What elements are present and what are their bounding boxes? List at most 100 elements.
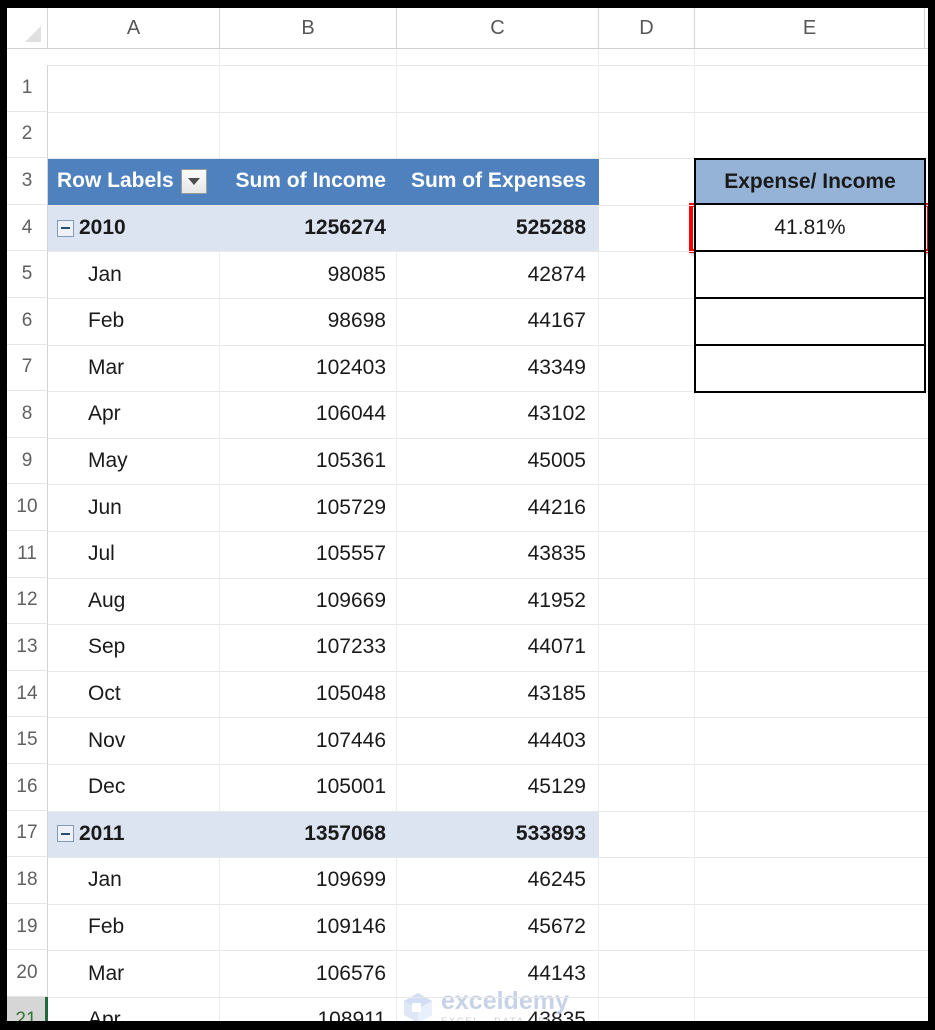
pivot-cell-income[interactable]: 105048	[217, 671, 399, 718]
pivot-cell-income[interactable]: 98698	[217, 298, 399, 345]
pivot-row-labels-header[interactable]: Row Labels	[48, 158, 217, 205]
pivot-cell-label[interactable]: Jan	[48, 251, 217, 298]
pivot-cell-income[interactable]: 109699	[217, 857, 399, 904]
table-row[interactable]: May10536145005	[48, 438, 599, 485]
pivot-cell-label[interactable]: 2011	[48, 811, 217, 858]
table-row[interactable]: Sep10723344071	[48, 624, 599, 671]
pivot-cell-income[interactable]: 105557	[217, 531, 399, 578]
pivot-cell-label[interactable]: Mar	[48, 950, 217, 997]
row-header-20[interactable]: 20	[7, 950, 48, 997]
pivot-cell-income[interactable]: 1357068	[217, 811, 399, 858]
pivot-cell-label[interactable]: Feb	[48, 298, 217, 345]
pivot-cell-income[interactable]: 107233	[217, 624, 399, 671]
table-row[interactable]: Jun10572944216	[48, 484, 599, 531]
pivot-cell-income[interactable]: 105001	[217, 764, 399, 811]
pivot-cell-expenses[interactable]: 44216	[399, 484, 599, 531]
row-header-12[interactable]: 12	[7, 578, 48, 625]
table-row[interactable]: 20101256274525288	[48, 205, 599, 252]
table-row[interactable]: Jan9808542874	[48, 251, 599, 298]
row-header-10[interactable]: 10	[7, 484, 48, 531]
pivot-cell-expenses[interactable]: 43185	[399, 671, 599, 718]
row-header-16[interactable]: 16	[7, 764, 48, 811]
pivot-cell-label[interactable]: Nov	[48, 717, 217, 764]
pivot-cell-income[interactable]: 1256274	[217, 205, 399, 252]
collapse-minus-icon[interactable]	[57, 220, 74, 237]
row-header-4[interactable]: 4	[7, 205, 48, 252]
column-header-a[interactable]: A	[48, 8, 220, 48]
pivot-cell-income[interactable]: 105361	[217, 438, 399, 485]
pivot-cell-expenses[interactable]: 46245	[399, 857, 599, 904]
pivot-cell-expenses[interactable]: 41952	[399, 578, 599, 625]
table-row[interactable]: Jan10969946245	[48, 857, 599, 904]
pivot-cell-expenses[interactable]: 45672	[399, 904, 599, 951]
row-header-3[interactable]: 3	[7, 158, 48, 205]
row-header-1[interactable]: 1	[7, 65, 48, 112]
side-table-cell[interactable]	[694, 346, 926, 393]
collapse-minus-icon[interactable]	[57, 825, 74, 842]
pivot-cell-label[interactable]: 2010	[48, 205, 217, 252]
table-row[interactable]: Dec10500145129	[48, 764, 599, 811]
row-header-21[interactable]: 21	[7, 997, 48, 1030]
pivot-cell-label[interactable]: Aug	[48, 578, 217, 625]
pivot-cell-expenses[interactable]: 525288	[399, 205, 599, 252]
side-table-cell[interactable]: 41.81%	[694, 205, 926, 252]
side-table-cell[interactable]	[694, 299, 926, 346]
row-header-19[interactable]: 19	[7, 904, 48, 951]
pivot-cell-expenses[interactable]: 44167	[399, 298, 599, 345]
pivot-cell-label[interactable]: Mar	[48, 345, 217, 392]
column-header-d[interactable]: D	[599, 8, 695, 48]
row-header-11[interactable]: 11	[7, 531, 48, 578]
filter-dropdown-icon[interactable]	[181, 169, 207, 194]
side-table-cell[interactable]	[694, 252, 926, 299]
pivot-cell-income[interactable]: 106576	[217, 950, 399, 997]
pivot-cell-label[interactable]: Oct	[48, 671, 217, 718]
table-row[interactable]: Feb9869844167	[48, 298, 599, 345]
pivot-cell-expenses[interactable]: 45005	[399, 438, 599, 485]
row-header-8[interactable]: 8	[7, 391, 48, 438]
pivot-cell-expenses[interactable]: 42874	[399, 251, 599, 298]
table-row[interactable]: Feb10914645672	[48, 904, 599, 951]
row-header-2[interactable]: 2	[7, 112, 48, 159]
row-header-5[interactable]: 5	[7, 251, 48, 298]
pivot-cell-income[interactable]: 105729	[217, 484, 399, 531]
pivot-sum-expenses-header[interactable]: Sum of Expenses	[399, 158, 599, 205]
pivot-cell-income[interactable]: 107446	[217, 717, 399, 764]
row-header-14[interactable]: 14	[7, 671, 48, 718]
pivot-cell-expenses[interactable]: 43102	[399, 391, 599, 438]
pivot-cell-expenses[interactable]: 44403	[399, 717, 599, 764]
table-row[interactable]: Nov10744644403	[48, 717, 599, 764]
pivot-cell-label[interactable]: Jul	[48, 531, 217, 578]
pivot-cell-label[interactable]: May	[48, 438, 217, 485]
pivot-cell-income[interactable]: 98085	[217, 251, 399, 298]
row-header-17[interactable]: 17	[7, 811, 48, 858]
pivot-cell-expenses[interactable]: 533893	[399, 811, 599, 858]
row-header-6[interactable]: 6	[7, 298, 48, 345]
pivot-cell-income[interactable]: 106044	[217, 391, 399, 438]
column-header-e[interactable]: E	[695, 8, 925, 48]
side-table-header[interactable]: Expense/ Income	[694, 158, 926, 205]
table-row[interactable]: Jul10555743835	[48, 531, 599, 578]
pivot-sum-income-header[interactable]: Sum of Income	[217, 158, 399, 205]
pivot-cell-label[interactable]: Jan	[48, 857, 217, 904]
column-header-c[interactable]: C	[397, 8, 599, 48]
row-header-18[interactable]: 18	[7, 857, 48, 904]
pivot-cell-label[interactable]: Apr	[48, 997, 217, 1030]
pivot-cell-expenses[interactable]: 45129	[399, 764, 599, 811]
column-header-b[interactable]: B	[220, 8, 397, 48]
pivot-cell-label[interactable]: Jun	[48, 484, 217, 531]
pivot-cell-income[interactable]: 108911	[217, 997, 399, 1030]
pivot-cell-expenses[interactable]: 44071	[399, 624, 599, 671]
row-header-13[interactable]: 13	[7, 624, 48, 671]
pivot-cell-income[interactable]: 109146	[217, 904, 399, 951]
pivot-cell-label[interactable]: Feb	[48, 904, 217, 951]
table-row[interactable]: 20111357068533893	[48, 811, 599, 858]
pivot-cell-expenses[interactable]: 43835	[399, 531, 599, 578]
row-header-7[interactable]: 7	[7, 345, 48, 392]
pivot-cell-label[interactable]: Apr	[48, 391, 217, 438]
table-row[interactable]: Apr10604443102	[48, 391, 599, 438]
pivot-cell-expenses[interactable]: 43349	[399, 345, 599, 392]
pivot-cell-income[interactable]: 109669	[217, 578, 399, 625]
row-header-9[interactable]: 9	[7, 438, 48, 485]
table-row[interactable]: Oct10504843185	[48, 671, 599, 718]
table-row[interactable]: Mar10240343349	[48, 345, 599, 392]
